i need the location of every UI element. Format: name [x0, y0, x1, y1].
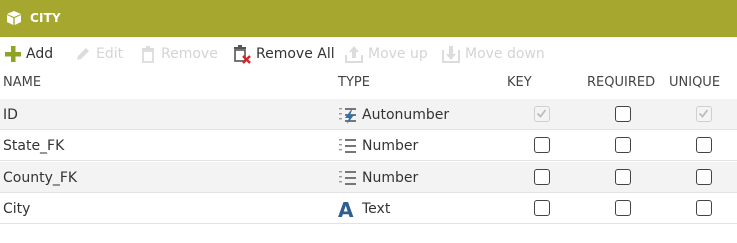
- toolbar: Add Edit Remove Remove All Move up Move …: [0, 43, 737, 65]
- svg-text:A: A: [338, 199, 354, 219]
- table-row[interactable]: City A Text: [0, 193, 737, 224]
- edit-label: Edit: [96, 46, 124, 62]
- checkmark-icon: [536, 109, 547, 118]
- move-down-label: Move down: [465, 46, 545, 62]
- required-checkbox[interactable]: [615, 137, 631, 153]
- field-type: Number: [362, 170, 419, 186]
- move-up-label: Move up: [368, 46, 428, 62]
- required-checkbox[interactable]: [615, 169, 631, 185]
- remove-label: Remove: [161, 46, 218, 62]
- unique-checkbox[interactable]: [696, 200, 712, 216]
- field-name: City: [3, 201, 31, 217]
- remove-all-label: Remove All: [256, 46, 335, 62]
- move-down-button[interactable]: Move down: [441, 43, 545, 65]
- unique-checkbox[interactable]: [696, 169, 712, 185]
- autonumber-icon: [339, 108, 356, 124]
- unique-checkbox[interactable]: [696, 137, 712, 153]
- trash-icon: [142, 46, 154, 63]
- text-icon: A: [338, 199, 354, 219]
- number-icon: [339, 139, 356, 153]
- remove-all-button[interactable]: Remove All: [232, 43, 335, 65]
- move-up-icon: [345, 46, 363, 63]
- move-up-button[interactable]: Move up: [344, 43, 428, 65]
- field-type: Autonumber: [362, 107, 450, 123]
- column-header-name[interactable]: NAME: [3, 75, 41, 90]
- column-header-key[interactable]: KEY: [507, 75, 532, 90]
- cube-icon: [7, 11, 21, 25]
- number-icon: [339, 171, 356, 185]
- move-down-icon: [442, 46, 460, 63]
- field-name: State_FK: [3, 138, 65, 154]
- field-name: ID: [3, 107, 18, 123]
- unique-checkbox: [696, 106, 712, 122]
- field-type: Text: [362, 201, 391, 217]
- key-checkbox: [534, 106, 550, 122]
- field-type: Number: [362, 138, 419, 154]
- remove-button[interactable]: Remove: [139, 43, 218, 65]
- table-row[interactable]: ID Autonumber: [0, 99, 737, 130]
- pencil-icon: [77, 48, 89, 60]
- trash-x-icon: [234, 45, 251, 64]
- field-name: County_FK: [3, 170, 78, 186]
- key-checkbox[interactable]: [534, 137, 550, 153]
- add-button[interactable]: Add: [4, 43, 53, 65]
- required-checkbox[interactable]: [615, 106, 631, 122]
- key-checkbox[interactable]: [534, 200, 550, 216]
- column-header-required[interactable]: REQUIRED: [587, 75, 655, 90]
- panel-header: CITY: [0, 0, 737, 37]
- plus-icon: [5, 46, 21, 62]
- column-header-type[interactable]: TYPE: [338, 75, 370, 90]
- panel-title: CITY: [30, 11, 61, 25]
- checkmark-icon: [698, 109, 709, 118]
- add-label: Add: [26, 46, 54, 62]
- table-row[interactable]: State_FK Number: [0, 130, 737, 161]
- required-checkbox[interactable]: [615, 200, 631, 216]
- edit-button[interactable]: Edit: [74, 43, 123, 65]
- column-header-unique[interactable]: UNIQUE: [669, 75, 720, 90]
- table-row[interactable]: County_FK Number: [0, 162, 737, 193]
- key-checkbox[interactable]: [534, 169, 550, 185]
